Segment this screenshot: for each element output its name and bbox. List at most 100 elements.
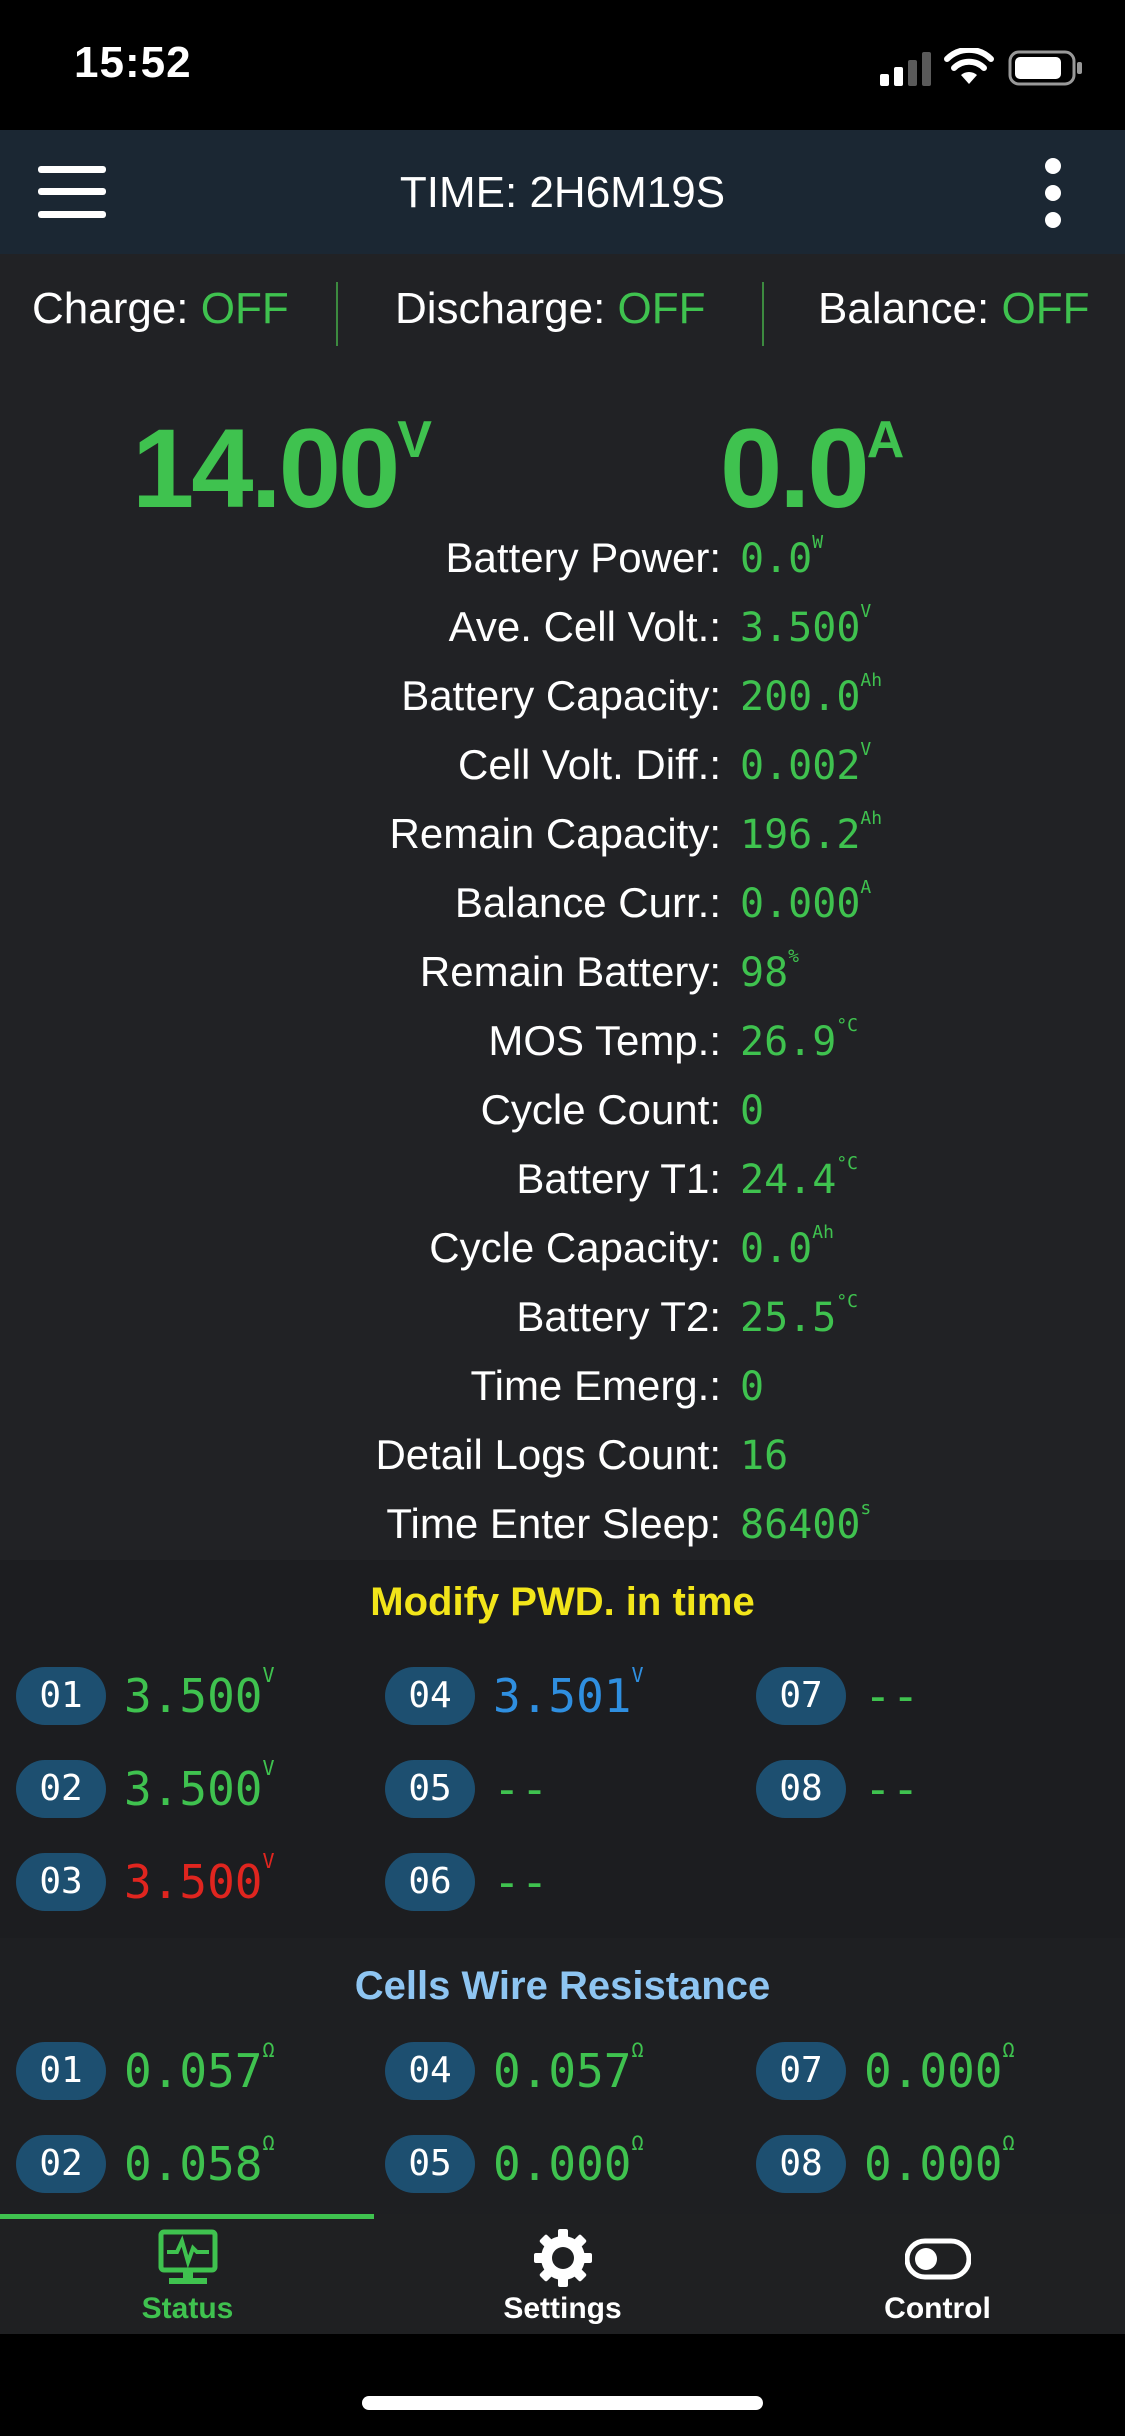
tab-control[interactable]: Control [750,2214,1125,2334]
tab-label: Settings [503,2292,622,2325]
stat-label: Remain Battery: [419,948,721,995]
cell-number-badge: 07 [756,2042,846,2100]
cell-number-badge: 05 [385,1760,475,1818]
cell-resistance-item: 07 0.000Ω [756,2038,1086,2100]
stat-label: Battery T1: [516,1155,721,1202]
stat-value: 0 [740,1364,765,1410]
cell-number-badge: 01 [16,1667,106,1725]
stat-unit: Ah [860,808,883,829]
charge-status: Charge: OFF [32,284,289,333]
stat-label: Cycle Capacity: [429,1224,721,1271]
home-indicator[interactable] [362,2396,763,2410]
stat-value: 24.4°C [740,1153,859,1203]
battery-icon [1008,50,1082,86]
stat-row: Cycle Capacity: 0.0Ah [0,1214,1125,1283]
stat-row: Remain Battery: 98% [0,938,1125,1007]
stat-unit: Ah [812,1222,834,1243]
toggle-icon [905,2238,971,2280]
cell-resistance-item: 02 0.058Ω [16,2131,346,2193]
cell-value: 3.501V [493,1663,644,1723]
stat-row: MOS Temp.: 26.9°C [0,1007,1125,1076]
gear-icon [534,2229,592,2287]
cell-value: 0.057Ω [493,2038,644,2098]
cell-unit: V [262,1663,275,1687]
stat-row: Cycle Count: 0 [0,1076,1125,1145]
stat-value: 200.0Ah [740,670,883,720]
stat-value: 26.9°C [740,1015,859,1065]
tab-settings[interactable]: Settings [375,2214,750,2334]
cell-unit: Ω [262,2038,275,2062]
cell-number-badge: 05 [385,2135,475,2193]
stat-unit: Ah [860,670,883,691]
stat-row: Time Enter Sleep: 86400s [0,1490,1125,1559]
app-header: TIME: 2H6M19S [0,130,1125,254]
stat-value: 0.002V [740,739,872,789]
cell-resistance-item: 04 0.057Ω [385,2038,715,2100]
stat-unit: V [860,739,872,760]
section-title: Modify PWD. in time [370,1580,755,1624]
stat-unit: °C [836,1291,859,1312]
more-options-icon[interactable] [1040,158,1066,228]
stat-label: Ave. Cell Volt.: [448,603,721,650]
stat-value: 0.000A [740,877,872,927]
stat-unit: % [788,946,800,967]
cell-voltage-item: 06 -- [385,1853,715,1911]
cell-number-badge: 03 [16,1853,106,1911]
cell-voltage-item: 07 -- [756,1667,1086,1725]
stat-row: Ave. Cell Volt.: 3.500V [0,593,1125,662]
cell-voltage-item: 01 3.500V [16,1663,346,1725]
cell-value: -- [864,1762,920,1816]
stat-value: 0 [740,1088,765,1134]
tab-label: Control [884,2292,991,2325]
stat-label: Balance Curr.: [454,879,721,926]
stat-label: MOS Temp.: [488,1017,721,1064]
stat-unit: A [860,877,872,898]
cell-unit: Ω [1002,2038,1015,2062]
cell-value: -- [493,1762,549,1816]
cell-voltage-item: 04 3.501V [385,1663,715,1725]
cell-unit: Ω [631,2038,644,2062]
tab-status[interactable]: Status [0,2214,375,2334]
stat-label: Cell Volt. Diff.: [458,741,721,788]
stat-value: 3.500V [740,601,872,651]
cell-value: 3.500V [124,1756,275,1816]
cell-value: -- [493,1855,549,1909]
cell-unit: V [262,1849,275,1873]
cell-resistance-item: 08 0.000Ω [756,2131,1086,2193]
cellular-signal-icon [880,52,931,86]
stat-row: Time Emerg.: 0 [0,1352,1125,1421]
cell-unit: V [631,1663,644,1687]
cell-unit: Ω [631,2131,644,2155]
total-current: 0.0A [720,406,905,531]
status-bar: 15:52 [0,0,1125,130]
cell-value: 0.000Ω [864,2038,1015,2098]
stat-value: 0.0Ah [740,1222,834,1272]
stat-value: 86400s [740,1498,872,1548]
stat-label: Battery T2: [516,1293,721,1340]
cell-number-badge: 01 [16,2042,106,2100]
wifi-icon [944,48,994,84]
status-panel: Charge: OFF Discharge: OFF Balance: OFF … [0,254,1125,2214]
stat-row: Battery Capacity: 200.0Ah [0,662,1125,731]
balance-status: Balance: OFF [818,284,1090,333]
divider [336,282,338,346]
stat-value: 98% [740,946,800,996]
cell-value: 3.500V [124,1849,275,1909]
stat-value: 0.0W [740,532,824,582]
cell-value: -- [864,1669,920,1723]
cell-resistance-item: 01 0.057Ω [16,2038,346,2100]
cell-value: 0.057Ω [124,2038,275,2098]
stat-row: Battery T1: 24.4°C [0,1145,1125,1214]
stat-row: Cell Volt. Diff.: 0.002V [0,731,1125,800]
cell-value: 0.000Ω [864,2131,1015,2191]
cell-number-badge: 06 [385,1853,475,1911]
cell-voltage-item: 02 3.500V [16,1756,346,1818]
cell-number-badge: 07 [756,1667,846,1725]
cell-number-badge: 08 [756,2135,846,2193]
cell-number-badge: 02 [16,1760,106,1818]
page-title: TIME: 2H6M19S [399,168,726,217]
stat-row: Battery T2: 25.5°C [0,1283,1125,1352]
stat-label: Cycle Count: [480,1086,721,1133]
stat-label: Detail Logs Count: [375,1431,721,1478]
section-title: Cells Wire Resistance [354,1964,771,2008]
